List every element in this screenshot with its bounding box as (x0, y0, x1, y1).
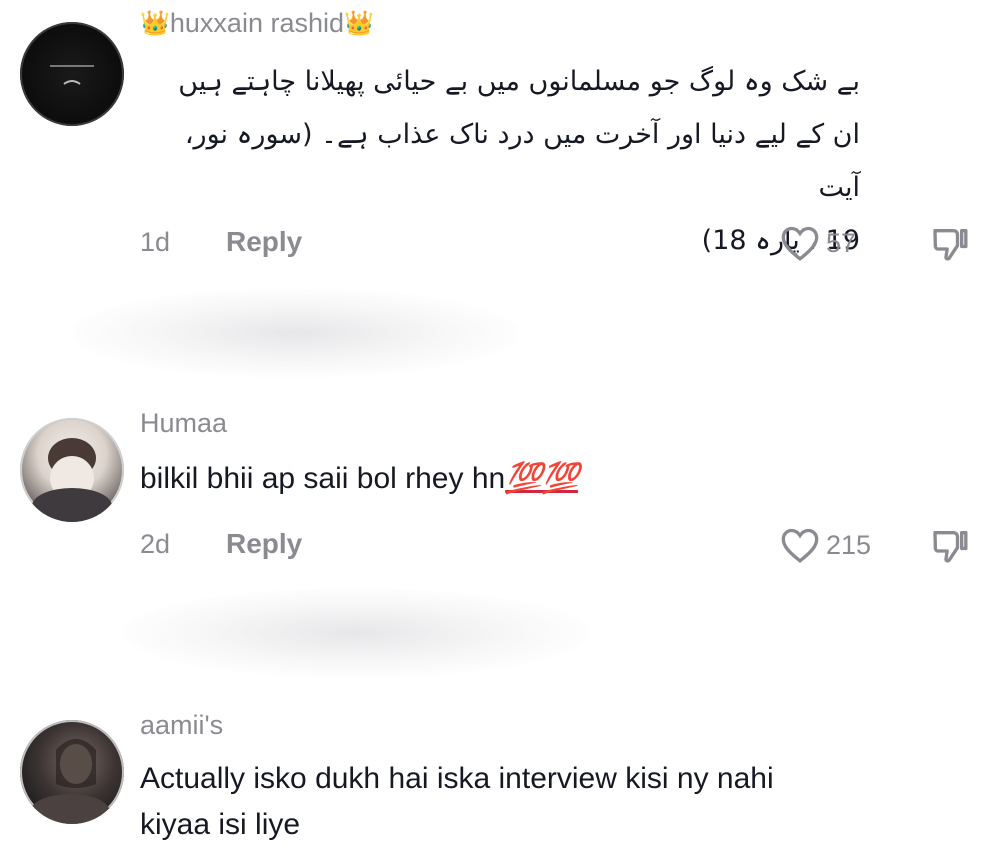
like-button[interactable]: 215 (780, 526, 871, 564)
comment-text-line: ان کے لیے دنیا اور آخرت میں درد ناک عذاب… (184, 119, 860, 203)
crown-icon: 👑 (140, 9, 170, 37)
username-label: huxxain rashid (169, 8, 344, 38)
comment-text-body: bilkil bhii ap saii bol rhey hn (140, 462, 506, 495)
thumbs-down-icon (933, 229, 968, 261)
dislike-button[interactable] (930, 224, 970, 269)
avatar-humaa[interactable] (20, 418, 124, 522)
heart-icon (781, 226, 819, 261)
like-button[interactable]: 57 (780, 224, 856, 262)
avatar-aamii[interactable] (20, 720, 124, 824)
comment-text: bilkil bhii ap saii bol rhey hn💯💯 (140, 456, 579, 502)
like-count: 215 (826, 529, 872, 560)
username-humaa[interactable]: Humaa (140, 408, 227, 439)
blurred-area (120, 588, 590, 678)
avatar-art-icon (30, 739, 110, 824)
crown-icon: 👑 (344, 9, 374, 37)
comment-text: Actually isko dukh hai iska interview ki… (140, 756, 774, 848)
comment-text-line: بے شک وہ لوگ جو مسلمانوں میں بے حیائی پھ… (178, 66, 860, 97)
like-count: 57 (826, 227, 857, 258)
username-aamii[interactable]: aamii's (140, 710, 223, 741)
comment-time: 2d (140, 529, 171, 559)
username-huxxain[interactable]: 👑 huxxain rashid 👑 (140, 8, 374, 39)
avatar-art-icon (50, 65, 94, 85)
reply-button[interactable]: Reply (226, 226, 302, 258)
reply-button[interactable]: Reply (226, 528, 302, 560)
thumbs-down-icon (933, 531, 968, 563)
dislike-button[interactable] (930, 526, 970, 571)
comment-text-line: kiyaa isi liye (140, 808, 301, 841)
avatar-art-icon (32, 438, 112, 522)
comment-time: 1d (140, 227, 171, 257)
heart-icon (781, 528, 819, 563)
blurred-area (70, 288, 520, 378)
avatar-huxxain[interactable] (20, 22, 124, 126)
comment-text-line: Actually isko dukh hai iska interview ki… (140, 762, 774, 795)
hundred-emoji-icon: 💯💯 (505, 462, 579, 495)
